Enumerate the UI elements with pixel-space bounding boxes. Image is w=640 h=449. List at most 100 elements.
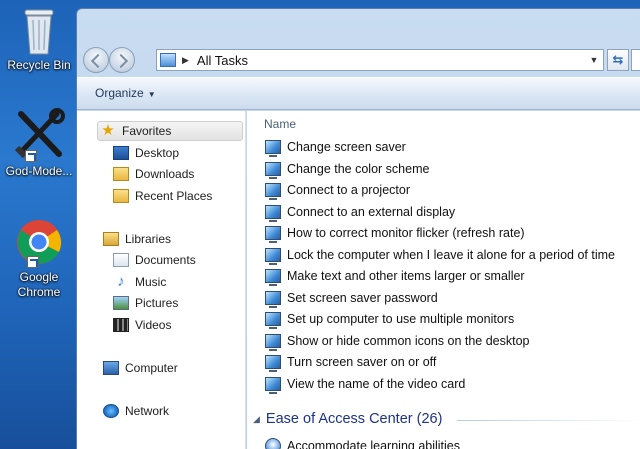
control-panel-icon (160, 53, 176, 67)
column-header-name[interactable]: Name (264, 117, 296, 131)
task-item[interactable]: Turn screen saver on or off (265, 353, 436, 372)
refresh-icon: ⇆ (612, 52, 624, 67)
task-label: Connect to an external display (287, 205, 456, 219)
desktop-icon-google-chrome[interactable]: Google Chrome (2, 218, 76, 300)
collapse-triangle-icon[interactable]: ◢ (253, 414, 260, 425)
nav-label: Downloads (135, 167, 195, 181)
address-dropdown-button[interactable]: ▼ (585, 55, 603, 65)
task-item[interactable]: Set up computer to use multiple monitors (265, 310, 515, 329)
nav-documents[interactable]: Documents (113, 250, 196, 270)
recent-places-icon (113, 189, 129, 203)
task-label: Connect to a projector (287, 183, 410, 197)
task-item[interactable]: Connect to a projector (265, 181, 410, 200)
ease-of-access-icon (265, 438, 281, 449)
pictures-icon (113, 296, 129, 310)
task-item[interactable]: Make text and other items larger or smal… (265, 267, 525, 286)
task-label: Set up computer to use multiple monitors (287, 312, 515, 326)
desktop-icon-label: Recycle Bin (7, 58, 71, 72)
desktop-icon-label: God-Mode... (5, 164, 73, 178)
task-label: View the name of the video card (287, 377, 466, 391)
command-bar: Organize ▼ (77, 77, 640, 110)
nav-favorites[interactable]: ★ Favorites (97, 121, 243, 141)
task-label: Change screen saver (287, 140, 406, 154)
display-settings-icon (265, 312, 281, 329)
nav-label: Computer (125, 361, 178, 375)
back-button[interactable] (83, 47, 109, 73)
display-settings-icon (265, 162, 281, 179)
nav-label: Recent Places (135, 189, 213, 203)
libraries-folder-icon (103, 232, 119, 246)
music-note-icon: ♪ (117, 273, 125, 290)
nav-label: Network (125, 404, 170, 418)
tools-icon (13, 108, 65, 162)
navigation-bar: ▶ All Tasks ▼ ⇆ (77, 9, 640, 75)
display-settings-icon (265, 140, 281, 157)
display-settings-icon (265, 334, 281, 351)
group-header-ease-of-access[interactable]: ◢ Ease of Access Center (26) (253, 411, 442, 427)
nav-label: Desktop (135, 146, 180, 160)
task-item[interactable]: Connect to an external display (265, 203, 456, 222)
nav-pictures[interactable]: Pictures (113, 293, 178, 313)
nav-label: Favorites (122, 124, 172, 138)
nav-recent-places[interactable]: Recent Places (113, 186, 212, 206)
task-item[interactable]: Set screen saver password (265, 289, 438, 308)
display-settings-icon (265, 269, 281, 286)
display-settings-icon (265, 205, 281, 222)
task-label: Lock the computer when I leave it alone … (287, 248, 615, 262)
explorer-window: ▶ All Tasks ▼ ⇆ Organize ▼ ★ Favorites De… (76, 8, 640, 449)
task-label: Accommodate learning abilities (287, 439, 461, 449)
nav-label: Music (135, 275, 167, 289)
display-settings-icon (265, 291, 281, 308)
nav-network[interactable]: Network (103, 401, 169, 421)
navigation-pane: ★ Favorites Desktop Downloads Recent Pla… (77, 111, 246, 449)
search-input[interactable] (631, 49, 640, 71)
nav-downloads[interactable]: Downloads (113, 164, 194, 184)
display-settings-icon (265, 355, 281, 372)
nav-videos[interactable]: Videos (113, 315, 171, 335)
chevron-down-icon: ▼ (147, 90, 156, 99)
documents-icon (113, 253, 129, 267)
forward-button[interactable] (109, 47, 135, 73)
organize-button[interactable]: Organize ▼ (95, 86, 156, 100)
nav-label: Libraries (125, 232, 172, 246)
nav-label: Videos (135, 318, 172, 332)
nav-label: Pictures (135, 296, 179, 310)
desktop-folder-icon (113, 146, 129, 160)
chrome-icon (15, 218, 63, 268)
nav-computer[interactable]: Computer (103, 358, 178, 378)
nav-music[interactable]: ♪ Music (113, 272, 166, 292)
display-settings-icon (265, 248, 281, 265)
breadcrumb-all-tasks[interactable]: All Tasks (197, 53, 585, 68)
star-icon: ★ (101, 122, 115, 139)
organize-label: Organize (95, 86, 144, 100)
task-label: Change the color scheme (287, 162, 430, 176)
task-item[interactable]: Lock the computer when I leave it alone … (265, 246, 615, 265)
task-item[interactable]: Accommodate learning abilities (265, 437, 460, 449)
task-item[interactable]: Change the color scheme (265, 160, 430, 179)
task-label: Set screen saver password (287, 291, 438, 305)
network-globe-icon (103, 404, 119, 418)
task-item[interactable]: View the name of the video card (265, 375, 466, 394)
address-bar[interactable]: ▶ All Tasks ▼ (156, 49, 604, 71)
content-pane: Name Change screen saver Change the colo… (247, 111, 640, 449)
film-strip-icon (113, 318, 129, 332)
task-label: Show or hide common icons on the desktop (287, 334, 530, 348)
nav-label: Documents (135, 253, 196, 267)
computer-icon (103, 361, 119, 375)
desktop-icon-god-mode[interactable]: God-Mode... (2, 108, 76, 179)
nav-libraries[interactable]: Libraries (103, 229, 171, 249)
display-settings-icon (265, 226, 281, 243)
desktop-icon-label: Google Chrome (17, 270, 61, 299)
shortcut-arrow-icon (27, 256, 39, 268)
downloads-folder-icon (113, 167, 129, 181)
refresh-button[interactable]: ⇆ (607, 49, 629, 71)
nav-desktop[interactable]: Desktop (113, 143, 179, 163)
task-item[interactable]: Show or hide common icons on the desktop (265, 332, 530, 351)
task-item[interactable]: How to correct monitor flicker (refresh … (265, 224, 525, 243)
group-divider (457, 420, 640, 421)
breadcrumb-separator[interactable]: ▶ (182, 55, 189, 66)
desktop-icon-recycle-bin[interactable]: Recycle Bin (2, 4, 76, 73)
display-settings-icon (265, 183, 281, 200)
task-item[interactable]: Change screen saver (265, 138, 406, 157)
group-title: Ease of Access Center (26) (265, 411, 443, 427)
